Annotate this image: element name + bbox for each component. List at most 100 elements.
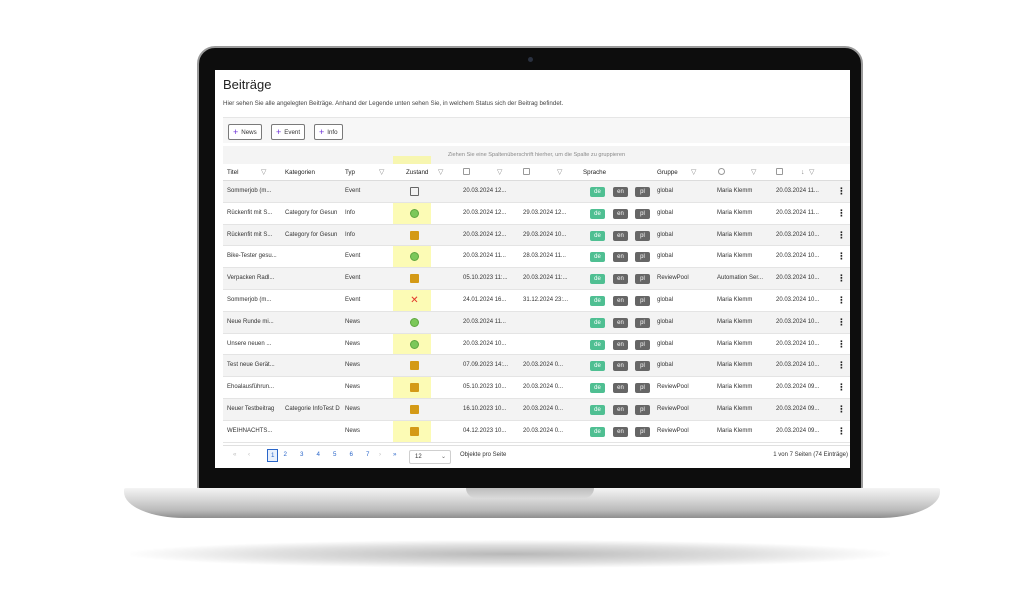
lang-badge-pl[interactable]: pl <box>635 230 650 241</box>
row-menu-icon[interactable]: ⋮ <box>837 203 846 225</box>
lang-badge-en[interactable]: en <box>613 339 628 350</box>
lang-badge-en[interactable]: en <box>613 383 628 394</box>
table-row[interactable]: Rückenfit mit S... Category for Gesun Info… <box>223 224 850 247</box>
row-menu-icon[interactable]: ⋮ <box>837 421 846 443</box>
pager-page-7[interactable]: 7 <box>366 451 369 458</box>
table-row[interactable]: Sommerjob (m... Event 24.01.2024 16... 31.1… <box>223 290 850 312</box>
table-row[interactable]: Rückenfit mit S... Category for Gesun Info… <box>223 203 850 225</box>
row-menu-icon[interactable]: ⋮ <box>837 334 846 356</box>
row-menu-icon[interactable]: ⋮ <box>837 377 846 399</box>
group-drop-area[interactable]: Ziehen Sie eine Spaltenüberschrift hierh… <box>223 146 850 164</box>
lang-badge-de[interactable]: de <box>590 383 605 394</box>
add-info-button[interactable]: + Info <box>314 124 343 140</box>
add-news-button[interactable]: + News <box>228 124 262 140</box>
lang-badge-pl[interactable]: pl <box>635 405 650 415</box>
table-row[interactable]: Unsere neuen ... News 20.03.2024 10... glob… <box>223 334 850 356</box>
filter-icon[interactable]: ▽ <box>809 164 814 181</box>
lang-badge-en[interactable]: en <box>613 296 628 306</box>
status-active-icon <box>410 339 419 349</box>
lang-badge-pl[interactable]: pl <box>635 317 650 328</box>
cell-gruppe: ReviewPool <box>657 275 689 282</box>
table-row[interactable]: Neuer Testbeitrag Categorie InfoTest D New… <box>223 399 850 421</box>
lang-badge-de[interactable]: de <box>590 187 605 197</box>
lang-badge-pl[interactable]: pl <box>635 383 650 394</box>
lang-badge-pl[interactable]: pl <box>635 252 650 263</box>
cell-gruppe: ReviewPool <box>657 384 689 391</box>
lang-badge-de[interactable]: de <box>590 339 605 350</box>
sort-down-icon[interactable]: ↓ <box>801 164 805 181</box>
row-menu-icon[interactable]: ⋮ <box>837 290 846 312</box>
table-row[interactable]: Ehoalausführun... News 05.10.2023 10... 20.… <box>223 377 850 399</box>
row-menu-icon[interactable]: ⋮ <box>837 181 846 203</box>
row-menu-icon[interactable]: ⋮ <box>837 225 846 247</box>
lang-badge-de[interactable]: de <box>590 405 605 415</box>
lang-badge-de[interactable]: de <box>590 317 605 328</box>
lang-badge-en[interactable]: en <box>613 252 628 263</box>
lang-badge-en[interactable]: en <box>613 208 628 219</box>
lang-badge-pl[interactable]: pl <box>635 361 650 372</box>
add-event-button[interactable]: + Event <box>271 124 306 140</box>
table-row[interactable]: Bike-Tester gesu... Event 20.03.2024 11...… <box>223 246 850 269</box>
filter-icon[interactable]: ▽ <box>497 164 502 181</box>
row-menu-icon[interactable]: ⋮ <box>837 399 846 421</box>
table-row[interactable]: WEIHNACHTS... News 04.12.2023 10... 20.03.2… <box>223 421 850 443</box>
lang-badge-pl[interactable]: pl <box>635 339 650 350</box>
col-zustand[interactable]: Zustand <box>406 164 428 181</box>
col-gruppe[interactable]: Gruppe <box>657 164 678 181</box>
filter-icon[interactable]: ▽ <box>751 164 756 181</box>
pager-last[interactable]: » <box>393 451 396 458</box>
filter-icon[interactable]: ▽ <box>557 164 562 181</box>
pager-page-2[interactable]: 2 <box>284 451 287 458</box>
lang-badge-en[interactable]: en <box>613 405 628 415</box>
lang-badge-pl[interactable]: pl <box>635 208 650 219</box>
lang-badge-en[interactable]: en <box>613 361 628 372</box>
filter-icon[interactable]: ▽ <box>438 164 443 181</box>
row-menu-icon[interactable]: ⋮ <box>837 312 846 334</box>
pager-first[interactable]: « <box>233 451 236 458</box>
lang-badge-en[interactable]: en <box>613 187 628 197</box>
lang-badge-pl[interactable]: pl <box>635 274 650 285</box>
pager-next[interactable]: › <box>379 451 381 458</box>
lang-badge-de[interactable]: de <box>590 361 605 372</box>
lang-badge-en[interactable]: en <box>613 274 628 285</box>
laptop-shadow <box>130 540 890 568</box>
col-typ[interactable]: Typ <box>345 164 355 181</box>
lang-badge-de[interactable]: de <box>590 296 605 306</box>
pager-page-1[interactable]: 1 <box>267 449 279 462</box>
pager-page-5[interactable]: 5 <box>333 451 336 458</box>
lang-badge-pl[interactable]: pl <box>635 426 650 437</box>
cell-titel: Bike-Tester gesu... <box>227 253 277 260</box>
lang-badge-en[interactable]: en <box>613 230 628 241</box>
lang-badge-de[interactable]: de <box>590 252 605 263</box>
lang-badge-pl[interactable]: pl <box>635 187 650 197</box>
table-row[interactable]: Neue Runde mi... News 20.03.2024 11... glob… <box>223 311 850 334</box>
row-menu-icon[interactable]: ⋮ <box>837 246 846 268</box>
status-archived-icon <box>410 274 419 284</box>
col-kategorien[interactable]: Kategorien <box>285 164 315 181</box>
lang-badge-de[interactable]: de <box>590 208 605 219</box>
pager-page-4[interactable]: 4 <box>317 451 320 458</box>
lang-badge-de[interactable]: de <box>590 274 605 285</box>
pager-prev[interactable]: ‹ <box>248 451 250 458</box>
cell-titel: Ehoalausführun... <box>227 384 275 391</box>
page-size-select[interactable]: 12 ⌄ <box>409 450 451 464</box>
filter-icon[interactable]: ▽ <box>379 164 384 181</box>
table-row[interactable]: Verpacken Radl... Event 05.10.2023 11:... 2… <box>223 268 850 290</box>
lang-badge-en[interactable]: en <box>613 317 628 328</box>
lang-badge-de[interactable]: de <box>590 230 605 241</box>
row-menu-icon[interactable]: ⋮ <box>837 268 846 290</box>
row-menu-icon[interactable]: ⋮ <box>837 355 846 377</box>
filter-icon[interactable]: ▽ <box>691 164 696 181</box>
pager-page-6[interactable]: 6 <box>350 451 353 458</box>
filter-icon[interactable]: ▽ <box>261 164 266 181</box>
table-row[interactable]: Test neue Gerät... News 07.09.2023 14:... 2… <box>223 355 850 378</box>
lang-badge-pl[interactable]: pl <box>635 296 650 306</box>
col-sprache[interactable]: Sprache <box>583 164 606 181</box>
table-row[interactable]: Sommerjob (m... Event 20.03.2024 12... glob… <box>223 181 850 203</box>
pager-page-3[interactable]: 3 <box>300 451 303 458</box>
cell-gruppe: global <box>657 209 674 216</box>
lang-badge-en[interactable]: en <box>613 426 628 437</box>
col-titel[interactable]: Titel <box>227 164 238 181</box>
lang-badge-de[interactable]: de <box>590 426 605 437</box>
cell-datum-start: 20.03.2024 10... <box>463 340 507 347</box>
